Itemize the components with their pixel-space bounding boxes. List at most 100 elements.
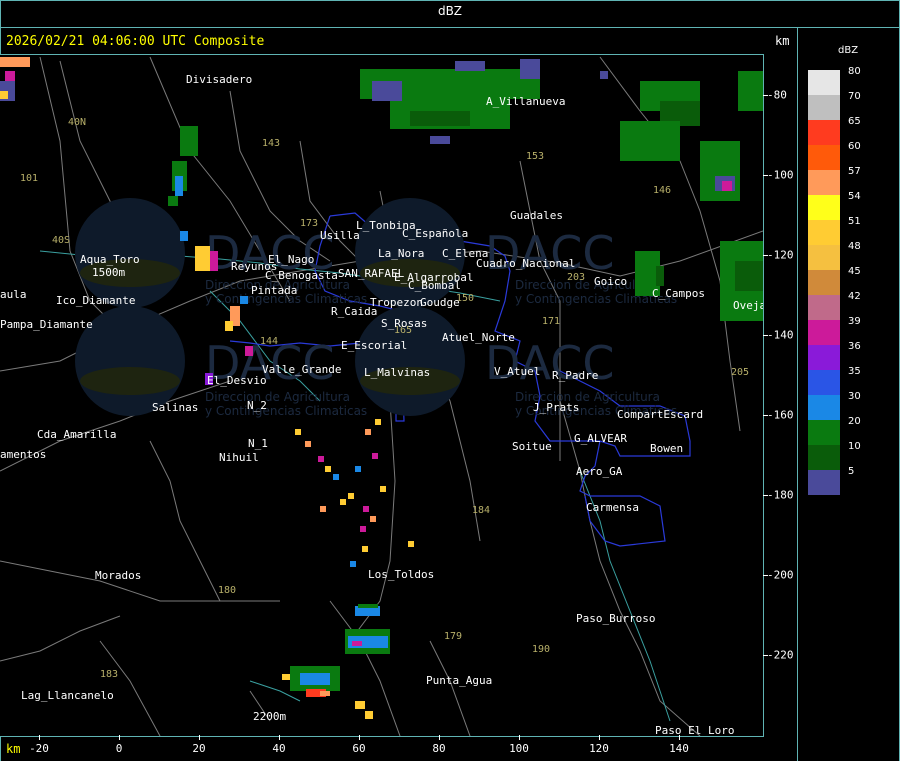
place-label: 2200m [253, 710, 286, 723]
route-label: 180 [218, 585, 236, 596]
legend-label: 60 [848, 141, 861, 152]
legend-entry: 5 [808, 466, 868, 495]
place-label: La_Nora [378, 247, 424, 260]
y-tick-mark [763, 255, 768, 256]
y-tick-mark [763, 495, 768, 496]
route-label: 171 [542, 316, 560, 327]
radar-echo-cell [225, 321, 233, 331]
legend-label: 51 [848, 216, 861, 227]
place-label: Oveja [733, 299, 763, 312]
x-tick-label: 120 [589, 742, 609, 755]
legend-label: 10 [848, 441, 861, 452]
watermark-line2-3: y Contingencias Climaticas [205, 404, 367, 418]
legend-swatch [808, 370, 840, 395]
legend-label: 30 [848, 391, 861, 402]
place-label: V_Atuel [494, 365, 540, 378]
radar-echo-cell [282, 674, 290, 680]
place-label: 1500m [92, 266, 125, 279]
place-label: amentos [0, 448, 46, 461]
radar-echo-cell [455, 61, 485, 71]
watermark-brand-2: DACC [485, 226, 615, 280]
radar-echo-cell [738, 71, 763, 111]
radar-echo-cell [355, 466, 361, 472]
legend-swatch [808, 445, 840, 470]
radar-echo-cell [325, 466, 331, 472]
place-label: C_Bombal [408, 279, 461, 292]
x-tick-mark [439, 735, 440, 740]
radar-echo-cell [350, 561, 356, 567]
legend-swatch [808, 245, 840, 270]
place-label: Los_Toldos [368, 568, 434, 581]
y-tick-label: -80 [767, 88, 787, 102]
place-label: Cda_Amarilla [37, 428, 116, 441]
radar-echo-cell [700, 141, 740, 201]
route-label: 203 [567, 272, 585, 283]
place-label: E_Escorial [341, 339, 407, 352]
radar-echo-cell [295, 429, 301, 435]
route-label: 205 [731, 367, 749, 378]
radar-echo-cell [352, 641, 362, 646]
radar-echo-cell [180, 231, 188, 241]
route-label: 143 [262, 138, 280, 149]
radar-echo-cell [300, 673, 330, 685]
place-label: Paso_El_Loro [655, 724, 734, 736]
place-label: S_Rosas [381, 317, 427, 330]
radar-echo-cell [410, 111, 470, 126]
legend-label: 36 [848, 341, 861, 352]
place-label: Guadales [510, 209, 563, 222]
place-label: Atuel_Norte [442, 331, 515, 344]
radar-echo-cell [318, 456, 324, 462]
route-label: 40S [52, 235, 70, 246]
route-label: 144 [260, 336, 278, 347]
radar-echo-cell [620, 121, 680, 161]
route-label: 179 [444, 631, 462, 642]
place-label: Aqua_Toro [80, 253, 140, 266]
legend-label: 35 [848, 366, 861, 377]
legend-swatch [808, 95, 840, 120]
radar-echo-cell [722, 181, 732, 191]
y-tick-label: -180 [767, 488, 794, 502]
radar-echo-cell [735, 261, 763, 291]
place-label: N_2 [247, 399, 267, 412]
radar-echo-cell [365, 711, 373, 719]
route-label: 190 [532, 644, 550, 655]
legend-label: 42 [848, 291, 861, 302]
place-label: A_Villanueva [486, 95, 565, 108]
route-label: 173 [300, 218, 318, 229]
radar-echo-cell [320, 506, 326, 512]
radar-map[interactable]: DACC DACC DACC DACC Direccion de Agricul… [0, 54, 764, 737]
legend-swatch [808, 470, 840, 495]
radar-echo-cell [355, 701, 365, 709]
place-label: Usilla [320, 229, 360, 242]
radar-echo-cell [365, 429, 371, 435]
x-tick-label: 100 [509, 742, 529, 755]
radar-echo-cell [408, 541, 414, 547]
place-label: Nihuil [219, 451, 259, 464]
route-label: 101 [20, 173, 38, 184]
radar-echo-cell [600, 71, 608, 79]
place-label: Tropezon [370, 296, 423, 309]
x-tick-label: 40 [272, 742, 286, 755]
legend-swatch [808, 145, 840, 170]
radar-echo-cell [180, 126, 198, 156]
legend-label: 48 [848, 241, 861, 252]
place-label: CompartEscard [617, 408, 703, 421]
x-tick-label: 60 [352, 742, 366, 755]
place-label: Salinas [152, 401, 198, 414]
place-label: R_Padre [552, 369, 598, 382]
legend-divider [797, 27, 798, 761]
x-tick-mark [39, 735, 40, 740]
y-tick-label: -100 [767, 168, 794, 182]
title-divider [0, 27, 900, 28]
radar-echo-cell [656, 266, 664, 286]
x-tick-mark [279, 735, 280, 740]
radar-echo-cell [240, 296, 248, 304]
place-label: aula [0, 288, 27, 301]
x-tick-mark [519, 735, 520, 740]
radar-echo-cell [380, 486, 386, 492]
place-label: El_Nago [268, 253, 314, 266]
place-label: J_Prats [533, 401, 579, 414]
km-label-bottom: km [6, 742, 21, 756]
legend-entry: 10 [808, 441, 868, 470]
place-label: Aero_GA [576, 465, 623, 478]
